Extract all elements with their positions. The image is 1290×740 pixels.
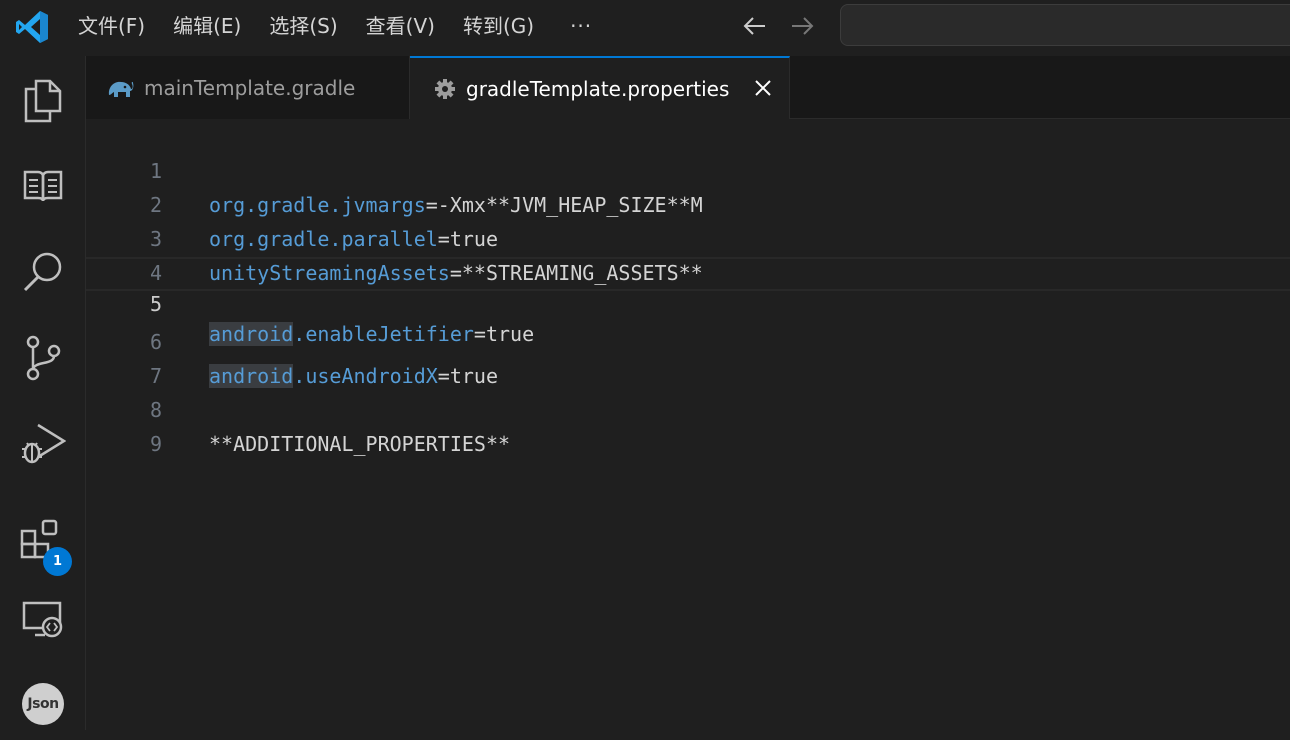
run-debug-icon [22,423,66,464]
code-line-current: 5 android.enableJetifier=true [86,257,1290,346]
activity-json[interactable]: Json [0,668,86,740]
remote-explorer-icon [22,601,63,638]
back-button[interactable] [737,8,773,44]
tab-close-button[interactable] [751,76,775,100]
extensions-badge: 1 [43,547,72,576]
arrow-right-icon [792,17,814,35]
menu-view[interactable]: 查看(V) [352,6,449,46]
search-icon [23,252,62,292]
activity-source-control[interactable] [0,322,86,394]
code-line: 7 [86,325,1290,388]
tab-main-template-gradle[interactable]: mainTemplate.gradle [86,56,410,119]
activity-bar: 1 Json [0,56,86,730]
menu-edit[interactable]: 编辑(E) [159,6,255,46]
activity-explorer[interactable] [0,64,86,136]
explorer-icon [24,79,62,123]
command-center-search[interactable] [840,4,1290,46]
menu-more-button[interactable]: ··· [548,6,614,46]
code-line: 9 [86,393,1290,456]
menu-selection[interactable]: 选择(S) [255,6,351,46]
activity-extensions[interactable]: 1 [0,506,86,578]
code-line: 4 [86,222,1290,285]
activity-remote-explorer[interactable] [0,584,86,656]
activity-run-debug[interactable] [0,408,86,480]
tab-bar: mainTemplate.gradle gradleTemplate.prope… [86,56,1290,120]
tab-label: gradleTemplate.properties [466,77,730,101]
menu-go[interactable]: 转到(G) [449,6,548,46]
activity-book[interactable] [0,150,86,222]
vscode-logo-icon[interactable] [14,9,50,45]
source-control-icon [26,335,61,381]
activity-search[interactable] [0,236,86,308]
title-bar: 文件(F) 编辑(E) 选择(S) 查看(V) 转到(G) ··· [0,0,1290,56]
tab-label: mainTemplate.gradle [144,75,356,100]
code-line: 3 unityStreamingAssets=**STREAMING_ASSET… [86,188,1290,285]
line-content: **ADDITIONAL_PROPERTIES** [209,427,510,461]
gear-icon [435,79,455,99]
gradle-elephant-icon [108,81,134,97]
close-icon [755,80,771,96]
code-line: 8 **ADDITIONAL_PROPERTIES** [86,359,1290,456]
menu-bar: 文件(F) 编辑(E) 选择(S) 查看(V) 转到(G) ··· [64,0,614,52]
code-editor[interactable]: 1 org.gradle.jvmargs=-Xmx**JVM_HEAP_SIZE… [86,119,1290,730]
json-icon: Json [22,683,64,725]
line-number: 9 [149,432,162,456]
book-icon [23,170,63,202]
code-line: 2 org.gradle.parallel=true [86,154,1290,251]
property-value: **ADDITIONAL_PROPERTIES** [209,432,511,456]
menu-file[interactable]: 文件(F) [64,6,159,46]
tab-gradle-template-properties[interactable]: gradleTemplate.properties [410,56,790,120]
code-line: 6 android.useAndroidX=true [86,291,1290,388]
forward-button[interactable] [784,8,820,44]
code-line: 1 org.gradle.jvmargs=-Xmx**JVM_HEAP_SIZE… [86,120,1290,217]
arrow-left-icon [743,17,765,35]
